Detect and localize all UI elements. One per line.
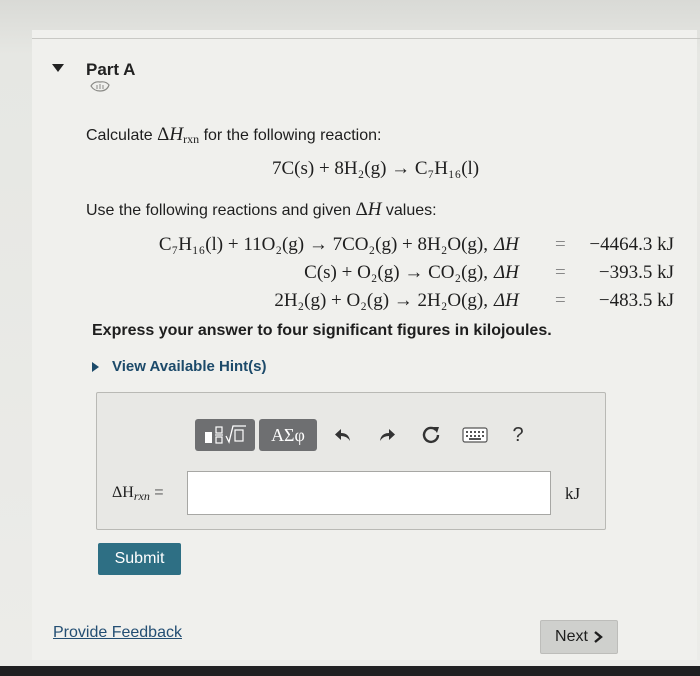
delta-h-label-2: ΔH <box>494 262 519 283</box>
part-title: Part A <box>86 60 136 79</box>
use-prefix: Use the following reactions and given <box>86 202 352 219</box>
equals-sign-1: = <box>555 234 566 255</box>
help-button[interactable]: ? <box>506 421 530 449</box>
reaction-value-1: −4464.3 kJ <box>589 234 674 255</box>
answer-label: ΔHrxn = <box>112 484 164 504</box>
answer-label-sub: rxn <box>133 489 150 503</box>
templates-button[interactable] <box>195 419 255 451</box>
provide-feedback-link[interactable]: Provide Feedback <box>53 624 182 642</box>
calculate-prefix: Calculate <box>86 127 153 144</box>
reaction-equation-1: C₇H₁₆(l) + 11O₂(g) → 7CO₂(g) + 8H₂O(g), <box>158 234 488 255</box>
keyboard-icon[interactable] <box>461 424 489 446</box>
equals-sign-2: = <box>555 262 566 283</box>
reset-icon[interactable] <box>418 421 444 449</box>
main-reaction: 7C(s) + 8H₂(g) → C₇H₁₆(l) <box>272 158 480 179</box>
answer-input[interactable] <box>187 471 551 515</box>
reaction-value-3: −483.5 kJ <box>598 290 674 311</box>
delta-h-symbol: ΔH <box>355 199 382 220</box>
hand-pointer-icon <box>90 81 110 92</box>
undo-icon[interactable] <box>330 421 356 449</box>
redo-icon[interactable] <box>374 421 400 449</box>
reaction-equation-3: 2H₂(g) + O₂(g) → 2H₂O(g), <box>274 290 488 311</box>
use-suffix: values: <box>385 202 437 219</box>
fraction-sqrt-icon <box>205 425 246 444</box>
equals-sign-3: = <box>555 290 566 311</box>
delta-h-label-3: ΔH <box>494 290 519 311</box>
reaction-equation-2: C(s) + O₂(g) → CO₂(g), <box>304 262 488 283</box>
next-label: Next <box>555 628 588 645</box>
chevron-right-icon <box>594 631 603 643</box>
bottom-bar <box>0 666 700 676</box>
answer-label-delta: ΔH <box>112 484 134 501</box>
greek-symbols-button[interactable]: ΑΣφ <box>259 419 317 451</box>
submit-button[interactable]: Submit <box>98 543 181 575</box>
use-instruction: Use the following reactions and given ΔH… <box>86 199 437 221</box>
hint-caret-icon[interactable] <box>92 362 99 372</box>
answer-label-equals: = <box>154 484 164 501</box>
express-instruction: Express your answer to four significant … <box>92 322 552 339</box>
divider <box>32 38 700 39</box>
next-button[interactable]: Next <box>540 620 618 654</box>
answer-unit: kJ <box>565 484 581 503</box>
collapse-caret-icon[interactable] <box>52 64 64 72</box>
calculate-suffix: for the following reaction: <box>203 127 382 144</box>
reaction-value-2: −393.5 kJ <box>598 262 674 283</box>
delta-h-label-1: ΔH <box>494 234 519 255</box>
delta-h-rxn-symbol: ΔHrxn <box>157 124 200 146</box>
view-hints-link[interactable]: View Available Hint(s) <box>112 358 267 375</box>
calculate-instruction: Calculate ΔHrxn for the following reacti… <box>86 124 381 147</box>
